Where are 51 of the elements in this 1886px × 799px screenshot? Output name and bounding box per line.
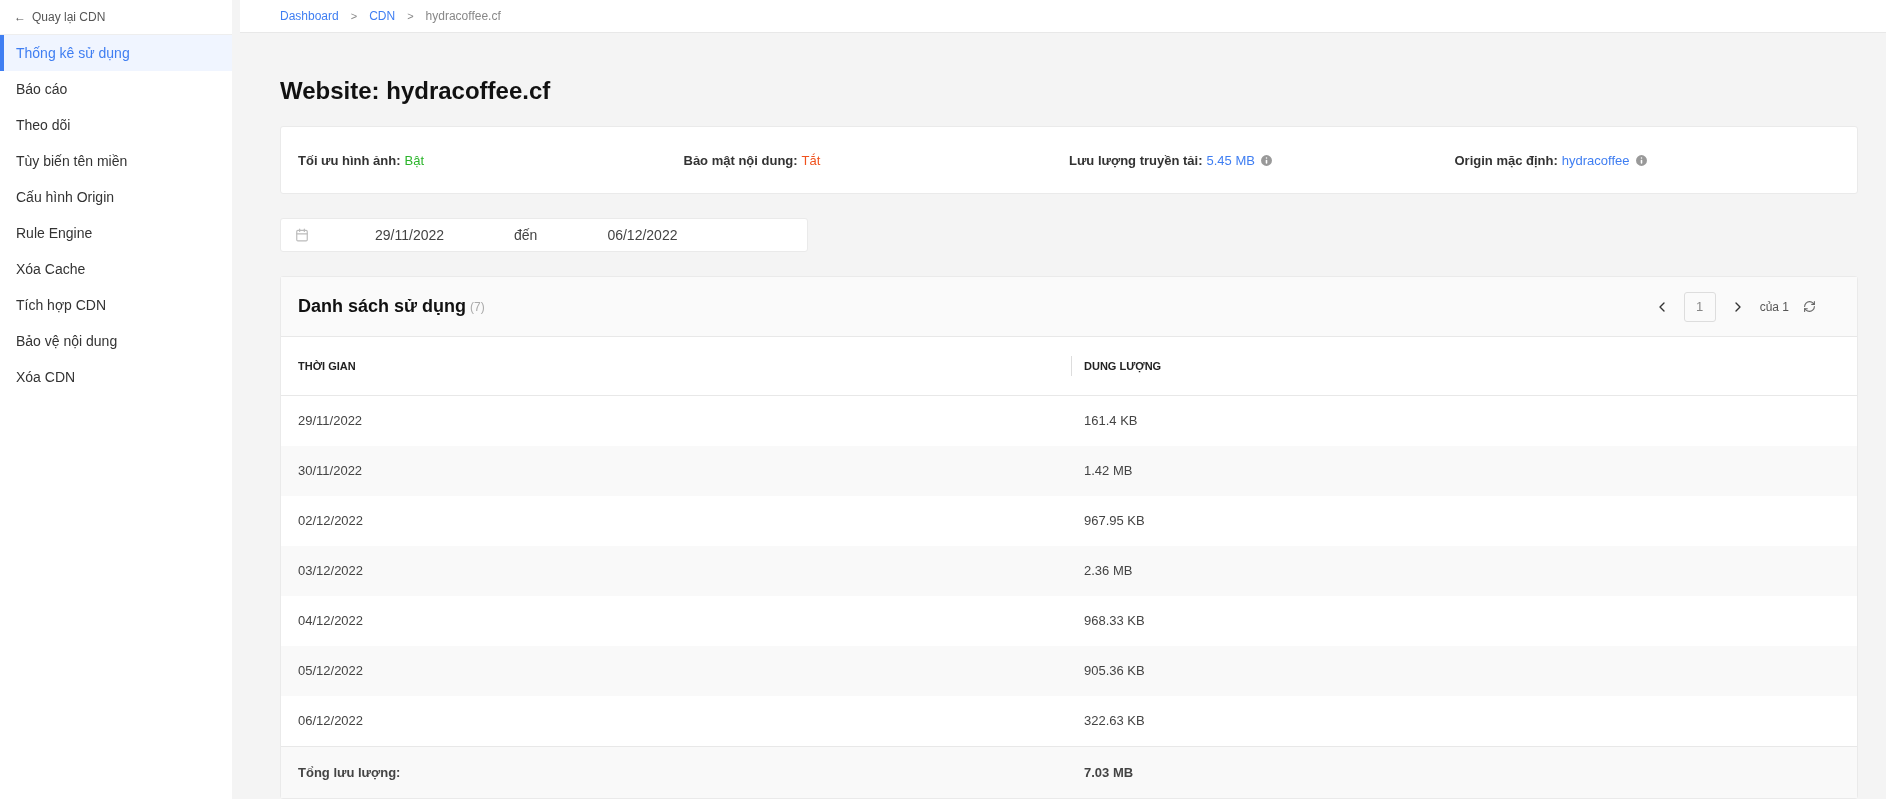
summary-label: Lưu lượng truyền tải:: [1069, 152, 1203, 168]
table-cell-text: 29/11/2022: [297, 413, 364, 428]
table-cell-text: 967.95 KB: [1083, 513, 1146, 528]
sidebar-item[interactable]: Cấu hình Origin: [0, 179, 232, 215]
table-cell-text: 905.36 KB: [1083, 663, 1146, 678]
summary-value: 5.45 MB: [1206, 152, 1255, 168]
table-cell-text: 1.42 MB: [1083, 463, 1134, 478]
sidebar-item[interactable]: Tùy biến tên miền: [0, 143, 232, 179]
breadcrumb-link[interactable]: hydracoffee.cf: [425, 9, 501, 23]
table-title: Danh sách sử dụng: [298, 296, 467, 317]
table-cell-text: 06/12/2022: [297, 713, 365, 728]
sidebar-item[interactable]: Thống kê sử dụng: [0, 35, 232, 71]
refresh-button[interactable]: [1803, 300, 1816, 313]
sidebar-item[interactable]: Bảo vệ nội dung: [0, 323, 232, 359]
info-icon[interactable]: [1258, 152, 1274, 168]
sidebar-item[interactable]: Tích hợp CDN: [0, 287, 232, 323]
column-header: DUNG LƯỢNG: [1071, 356, 1857, 376]
sidebar-item[interactable]: Báo cáo: [0, 71, 232, 107]
breadcrumb-separator: >: [350, 10, 358, 22]
refresh-icon: [1803, 300, 1816, 313]
column-header: THỜI GIAN: [297, 360, 357, 372]
summary-value: hydracoffee: [1561, 152, 1630, 168]
table-cell-text: 968.33 KB: [1083, 613, 1146, 628]
table-cell-text: 02/12/2022: [297, 513, 365, 528]
table-cell-text: 05/12/2022: [297, 663, 365, 678]
page-title: Website: hydracoffee.cf: [280, 77, 552, 105]
info-icon[interactable]: [1633, 152, 1649, 168]
breadcrumb-link[interactable]: Dashboard: [280, 9, 339, 23]
table-cell-text: 03/12/2022: [297, 563, 365, 578]
summary-value: Bật: [404, 152, 425, 168]
date-range-field[interactable]: 29/11/2022 đến 06/12/2022: [280, 218, 808, 252]
table-cell-text: 161.4 KB: [1083, 413, 1139, 428]
table-cell-text: 04/12/2022: [297, 613, 365, 628]
sidebar-item[interactable]: Xóa CDN: [0, 359, 232, 395]
summary-label: Tối ưu hình ảnh:: [298, 152, 401, 168]
calendar-icon: [295, 228, 309, 242]
summary-label: Origin mặc định:: [1454, 152, 1558, 168]
row-count: (7): [470, 299, 485, 314]
sidebar-item[interactable]: Xóa Cache: [0, 251, 232, 287]
total-value: 7.03 MB: [1083, 764, 1135, 780]
table-cell-text: 322.63 KB: [1083, 713, 1146, 728]
total-label: Tổng lưu lượng:: [297, 764, 402, 780]
breadcrumb-separator: >: [407, 10, 414, 22]
sidebar-item[interactable]: Rule Engine: [0, 215, 232, 251]
summary-label: Bảo mật nội dung:: [683, 152, 798, 168]
sidebar-item[interactable]: Theo dõi: [0, 107, 232, 143]
breadcrumb-link[interactable]: CDN: [369, 9, 396, 23]
table-cell-text: 2.36 MB: [1083, 563, 1134, 578]
table-cell-text: 30/11/2022: [297, 463, 364, 478]
page-total: của 1: [1759, 299, 1789, 314]
summary-value: Tắt: [801, 152, 821, 168]
